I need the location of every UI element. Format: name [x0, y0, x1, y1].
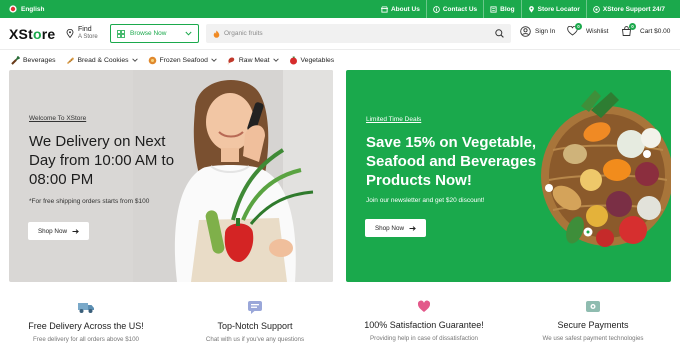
location-pin-icon: [66, 29, 74, 38]
meat-icon: [227, 57, 235, 65]
feature-desc: Free delivery for all orders above $100: [33, 336, 139, 343]
feature-satisfaction: 100% Satisfaction Guarantee! Providing h…: [339, 300, 509, 342]
wishlist-link[interactable]: 0 Wishlist: [567, 23, 609, 36]
chevron-down-icon: [185, 31, 192, 36]
shop-now-button[interactable]: Shop Now: [365, 219, 426, 237]
browse-label: Browse Now: [130, 30, 167, 37]
language-label: English: [21, 5, 45, 13]
bottle-icon: [11, 55, 20, 65]
feature-free-delivery: Free Delivery Across the US! Free delive…: [1, 300, 171, 343]
category-raw-meat[interactable]: Raw Meat: [227, 56, 279, 65]
store-locator-link[interactable]: Store Locator: [520, 0, 586, 18]
search-icon[interactable]: [495, 29, 504, 38]
language-selector[interactable]: English: [9, 0, 44, 18]
location-pin-icon: [528, 5, 534, 13]
browse-dropdown[interactable]: Browse Now: [110, 24, 199, 43]
feature-title: Free Delivery Across the US!: [28, 321, 144, 331]
logo[interactable]: XStore: [9, 26, 55, 42]
flag-icon: [9, 5, 17, 13]
feature-desc: Providing help in case of dissatisfactio…: [370, 335, 478, 342]
banner-kicker[interactable]: Limited Time Deals: [366, 116, 421, 123]
vegetable-basket-image: [541, 90, 671, 247]
feature-desc: Chat with us if you've any questions: [205, 336, 305, 343]
truck-icon: [78, 303, 94, 313]
category-frozen-seafood[interactable]: Frozen Seafood: [148, 56, 217, 65]
chevron-down-icon: [131, 58, 138, 62]
card-icon: [586, 301, 600, 312]
support-link[interactable]: XStore Support 24/7: [585, 0, 671, 18]
feature-title: Top-Notch Support: [217, 321, 293, 331]
blog-link[interactable]: Blog: [483, 0, 520, 18]
top-bar: English About Us Contact Us Blog Store L…: [0, 0, 680, 18]
banner-kicker[interactable]: Welcome To XStore: [29, 115, 86, 122]
feature-secure-payments: Secure Payments We use safest payment te…: [508, 300, 678, 342]
feature-support: Top-Notch Support Chat with us if you've…: [170, 300, 340, 343]
heart-icon: [417, 300, 431, 312]
grid-icon: [117, 29, 125, 38]
user-icon: [520, 26, 531, 37]
banner-title: We Delivery on Next Day from 10:00 AM to…: [29, 133, 175, 188]
promo-banner-discount[interactable]: Limited Time Deals Save 15% on Vegetable…: [346, 70, 671, 282]
feature-title: 100% Satisfaction Guarantee!: [364, 320, 484, 330]
wishlist-label: Wishlist: [586, 27, 609, 35]
main-header: XStore Find A Store Browse Now Sign In 0…: [0, 18, 680, 50]
banner-title: Save 15% on Vegetable, Seafood and Bever…: [366, 134, 537, 189]
hero-banner-delivery[interactable]: Welcome To XStore We Delivery on Next Da…: [9, 70, 333, 282]
search-input[interactable]: [224, 30, 491, 37]
feature-title: Secure Payments: [557, 320, 629, 330]
bread-icon: [66, 57, 74, 64]
find-sublabel: A Store: [78, 33, 98, 40]
top-links: About Us Contact Us Blog Store Locator X…: [375, 0, 671, 18]
wishlist-count-badge: 0: [575, 23, 582, 30]
category-bread-cookies[interactable]: Bread & Cookies: [66, 56, 138, 65]
cart-link[interactable]: 0 Cart $0.00: [621, 23, 671, 37]
banner-subtitle: *For free shipping orders starts from $1…: [29, 198, 150, 205]
support-icon: [593, 5, 600, 13]
category-nav: Beverages Bread & Cookies Frozen Seafood…: [0, 51, 680, 69]
feature-desc: We use safest payment technologies: [542, 335, 644, 342]
arrow-right-icon: [409, 225, 416, 231]
shop-now-button[interactable]: Shop Now: [28, 222, 89, 240]
category-beverages[interactable]: Beverages: [11, 55, 56, 65]
category-vegetables[interactable]: Vegetables: [289, 55, 334, 65]
info-icon: [433, 5, 440, 13]
cart-label: Cart $0.00: [640, 28, 671, 35]
flame-icon: [213, 30, 220, 38]
cart-count-badge: 0: [629, 23, 636, 30]
features-row: Free Delivery Across the US! Free delive…: [0, 300, 680, 360]
sign-in-link[interactable]: Sign In: [520, 26, 555, 37]
sign-in-label: Sign In: [535, 28, 556, 35]
banner-subtitle: Join our newsletter and get $20 discount…: [366, 197, 485, 204]
find-store[interactable]: Find A Store: [66, 26, 98, 41]
chevron-down-icon: [272, 58, 279, 62]
arrow-right-icon: [72, 228, 79, 234]
about-us-link[interactable]: About Us: [375, 0, 426, 18]
find-label: Find: [78, 26, 92, 33]
search-bar: [206, 24, 511, 43]
blog-icon: [490, 5, 497, 13]
fish-icon: [148, 56, 156, 64]
chat-icon: [248, 301, 262, 314]
store-icon: [380, 5, 388, 13]
chevron-down-icon: [211, 58, 217, 62]
vegetable-icon: [289, 55, 297, 64]
contact-us-link[interactable]: Contact Us: [425, 0, 483, 18]
